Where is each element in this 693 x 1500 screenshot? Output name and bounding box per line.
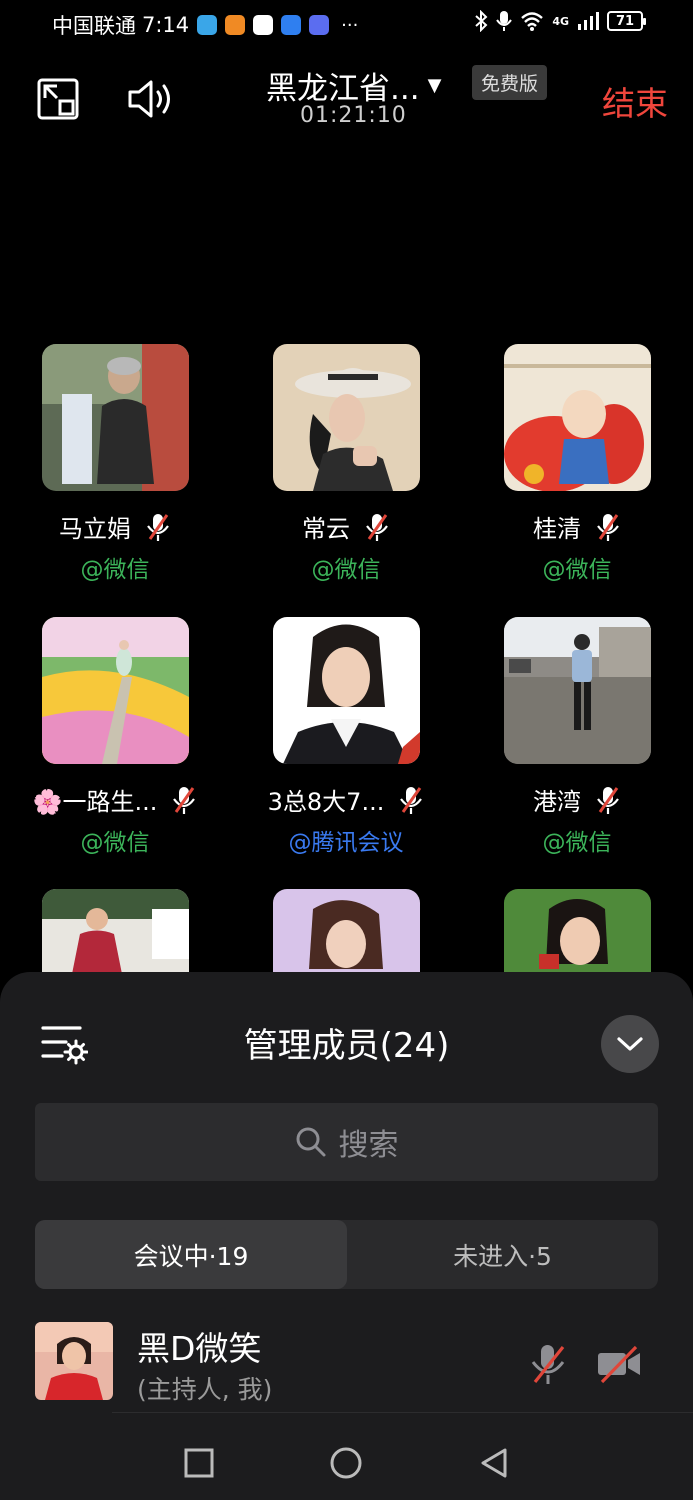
mic-off-icon <box>595 512 621 542</box>
panel-title: 管理成员(24) <box>243 1026 450 1066</box>
mic-off-icon <box>145 512 171 542</box>
participant-avatar <box>272 344 420 491</box>
cloud-icon <box>281 15 302 35</box>
music-app-icon <box>309 15 330 35</box>
mic-off-icon <box>398 785 424 815</box>
home-icon[interactable] <box>328 1445 364 1481</box>
meeting-title-dropdown[interactable]: 黑龙江省... ▼ <box>266 63 441 108</box>
mic-off-icon <box>364 512 390 542</box>
participant-tile[interactable]: 桂清 @微信 <box>477 344 677 584</box>
participant-name: 马立娟 <box>59 515 131 543</box>
tab-not-joined[interactable]: 未进入·5 <box>347 1220 658 1289</box>
bluetooth-icon <box>475 10 488 32</box>
participant-name: 常云 <box>302 515 350 543</box>
battery-icon: 71 <box>607 11 646 31</box>
free-version-badge: 免费版 <box>472 65 548 100</box>
participant-name: 3总8大7... <box>267 788 385 816</box>
mic-off-icon <box>171 785 197 815</box>
participant-avatar <box>41 617 189 764</box>
participant-avatar <box>41 344 189 491</box>
member-search-input[interactable]: 搜索 <box>35 1103 658 1181</box>
status-bar: 中国联通 7:14 ··· 4G 71 <box>0 0 693 46</box>
participant-tile[interactable]: 常云 @微信 <box>246 344 446 584</box>
mic-off-icon[interactable] <box>528 1342 568 1386</box>
participant-source: @微信 <box>542 830 612 856</box>
mic-off-icon <box>595 785 621 815</box>
wifi-icon <box>521 12 544 31</box>
participant-avatar <box>503 344 651 491</box>
member-avatar <box>35 1322 113 1400</box>
video-app-icon <box>225 15 246 35</box>
chat-app-icon <box>197 15 218 35</box>
divider <box>112 1412 693 1413</box>
clock: 7:14 <box>142 13 190 37</box>
participant-source: @微信 <box>542 557 612 583</box>
participant-avatar <box>272 617 420 764</box>
system-nav-bar <box>0 1427 693 1500</box>
tab-in-meeting[interactable]: 会议中·19 <box>35 1220 347 1289</box>
more-notifications: ··· <box>341 14 359 36</box>
member-tabs: 会议中·19 未进入·5 <box>35 1220 658 1289</box>
meeting-top-bar: 黑龙江省... ▼ 免费版 01:21:10 结束 <box>0 55 693 145</box>
member-name: 黑D微笑 <box>137 1329 262 1368</box>
participant-tile[interactable]: 🌸一路生... @微信 <box>15 617 215 857</box>
participant-name: 桂清 <box>533 515 581 543</box>
microphone-icon <box>496 11 513 31</box>
search-placeholder: 搜索 <box>338 1128 399 1163</box>
participant-source: @微信 <box>80 557 150 583</box>
caret-down-icon: ▼ <box>427 75 442 96</box>
participant-tile[interactable]: 马立娟 @微信 <box>15 344 215 584</box>
chevron-down-icon <box>617 1037 643 1051</box>
speaker-icon[interactable] <box>126 75 174 123</box>
carrier-name: 中国联通 <box>52 14 136 38</box>
participant-name: 港湾 <box>533 788 581 816</box>
participant-name: 🌸一路生... <box>32 788 158 816</box>
search-icon <box>296 1127 325 1157</box>
signal-icon <box>578 12 599 30</box>
recent-apps-icon[interactable] <box>181 1445 217 1481</box>
network-type: 4G <box>552 14 569 28</box>
participant-tile[interactable]: 港湾 @微信 <box>477 617 677 857</box>
meeting-title: 黑龙江省... <box>266 71 420 107</box>
meeting-timer: 01:21:10 <box>300 103 407 128</box>
back-icon[interactable] <box>476 1445 512 1481</box>
end-meeting-button[interactable]: 结束 <box>602 77 668 125</box>
participant-source: @微信 <box>80 830 150 856</box>
minimize-window-icon[interactable] <box>34 75 82 123</box>
participant-source: @腾讯会议 <box>288 830 404 856</box>
participant-avatar <box>503 617 651 764</box>
camera-off-icon[interactable] <box>596 1344 642 1384</box>
manage-members-panel: 管理成员(24) 搜索 会议中·19 未进入·5 黑D微笑 (主持人, 我) <box>0 972 693 1427</box>
member-role: (主持人, 我) <box>137 1375 273 1404</box>
participant-tile[interactable]: 3总8大7... @腾讯会议 <box>246 617 446 857</box>
member-row[interactable]: 黑D微笑 (主持人, 我) <box>0 1312 693 1413</box>
participant-source: @微信 <box>311 557 381 583</box>
collapse-panel-button[interactable] <box>601 1015 659 1073</box>
wechat-icon <box>253 15 274 35</box>
